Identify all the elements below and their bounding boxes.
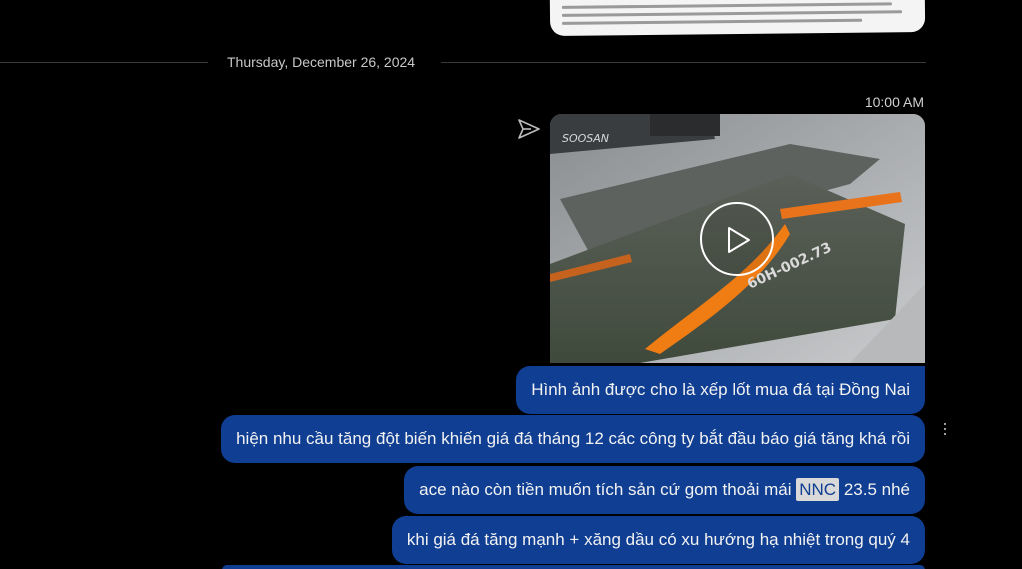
divider-rule-right bbox=[441, 62, 926, 63]
message-text-suffix: 23.5 nhé bbox=[839, 480, 910, 499]
message-text: hiện nhu cầu tăng đột biến khiến giá đá … bbox=[236, 429, 910, 448]
play-button[interactable] bbox=[700, 202, 774, 276]
sent-icon bbox=[517, 118, 541, 140]
truck-brand-text: SOOSAN bbox=[562, 132, 609, 145]
message-text: Hình ảnh được cho là xếp lốt mua đá tại … bbox=[531, 380, 910, 399]
date-label: Thursday, December 26, 2024 bbox=[227, 54, 416, 70]
message-text: khi giá đá tăng mạnh + xăng dầu có xu hư… bbox=[406, 530, 910, 549]
message-bubble[interactable]: Hình ảnh được cho là xếp lốt mua đá tại … bbox=[516, 366, 925, 414]
message-bubble[interactable]: hiện nhu cầu tăng đột biến khiến giá đá … bbox=[221, 415, 925, 463]
message-bubble[interactable]: ace nào còn tiền muốn tích sản cứ gom th… bbox=[404, 466, 925, 514]
message-text-prefix: ace nào còn tiền muốn tích sản cứ gom th… bbox=[419, 480, 797, 499]
message-bubble[interactable]: khi giá đá tăng mạnh + xăng dầu có xu hư… bbox=[391, 516, 925, 564]
more-vertical-icon[interactable] bbox=[941, 420, 949, 440]
play-icon bbox=[728, 227, 750, 253]
previous-image-attachment[interactable] bbox=[549, 0, 926, 36]
ticker-link[interactable]: NNC bbox=[796, 478, 840, 501]
divider-rule-left bbox=[0, 62, 208, 63]
message-bubble-partial[interactable] bbox=[222, 565, 925, 569]
message-timestamp: 10:00 AM bbox=[864, 94, 924, 110]
date-divider: Thursday, December 26, 2024 bbox=[0, 52, 926, 74]
